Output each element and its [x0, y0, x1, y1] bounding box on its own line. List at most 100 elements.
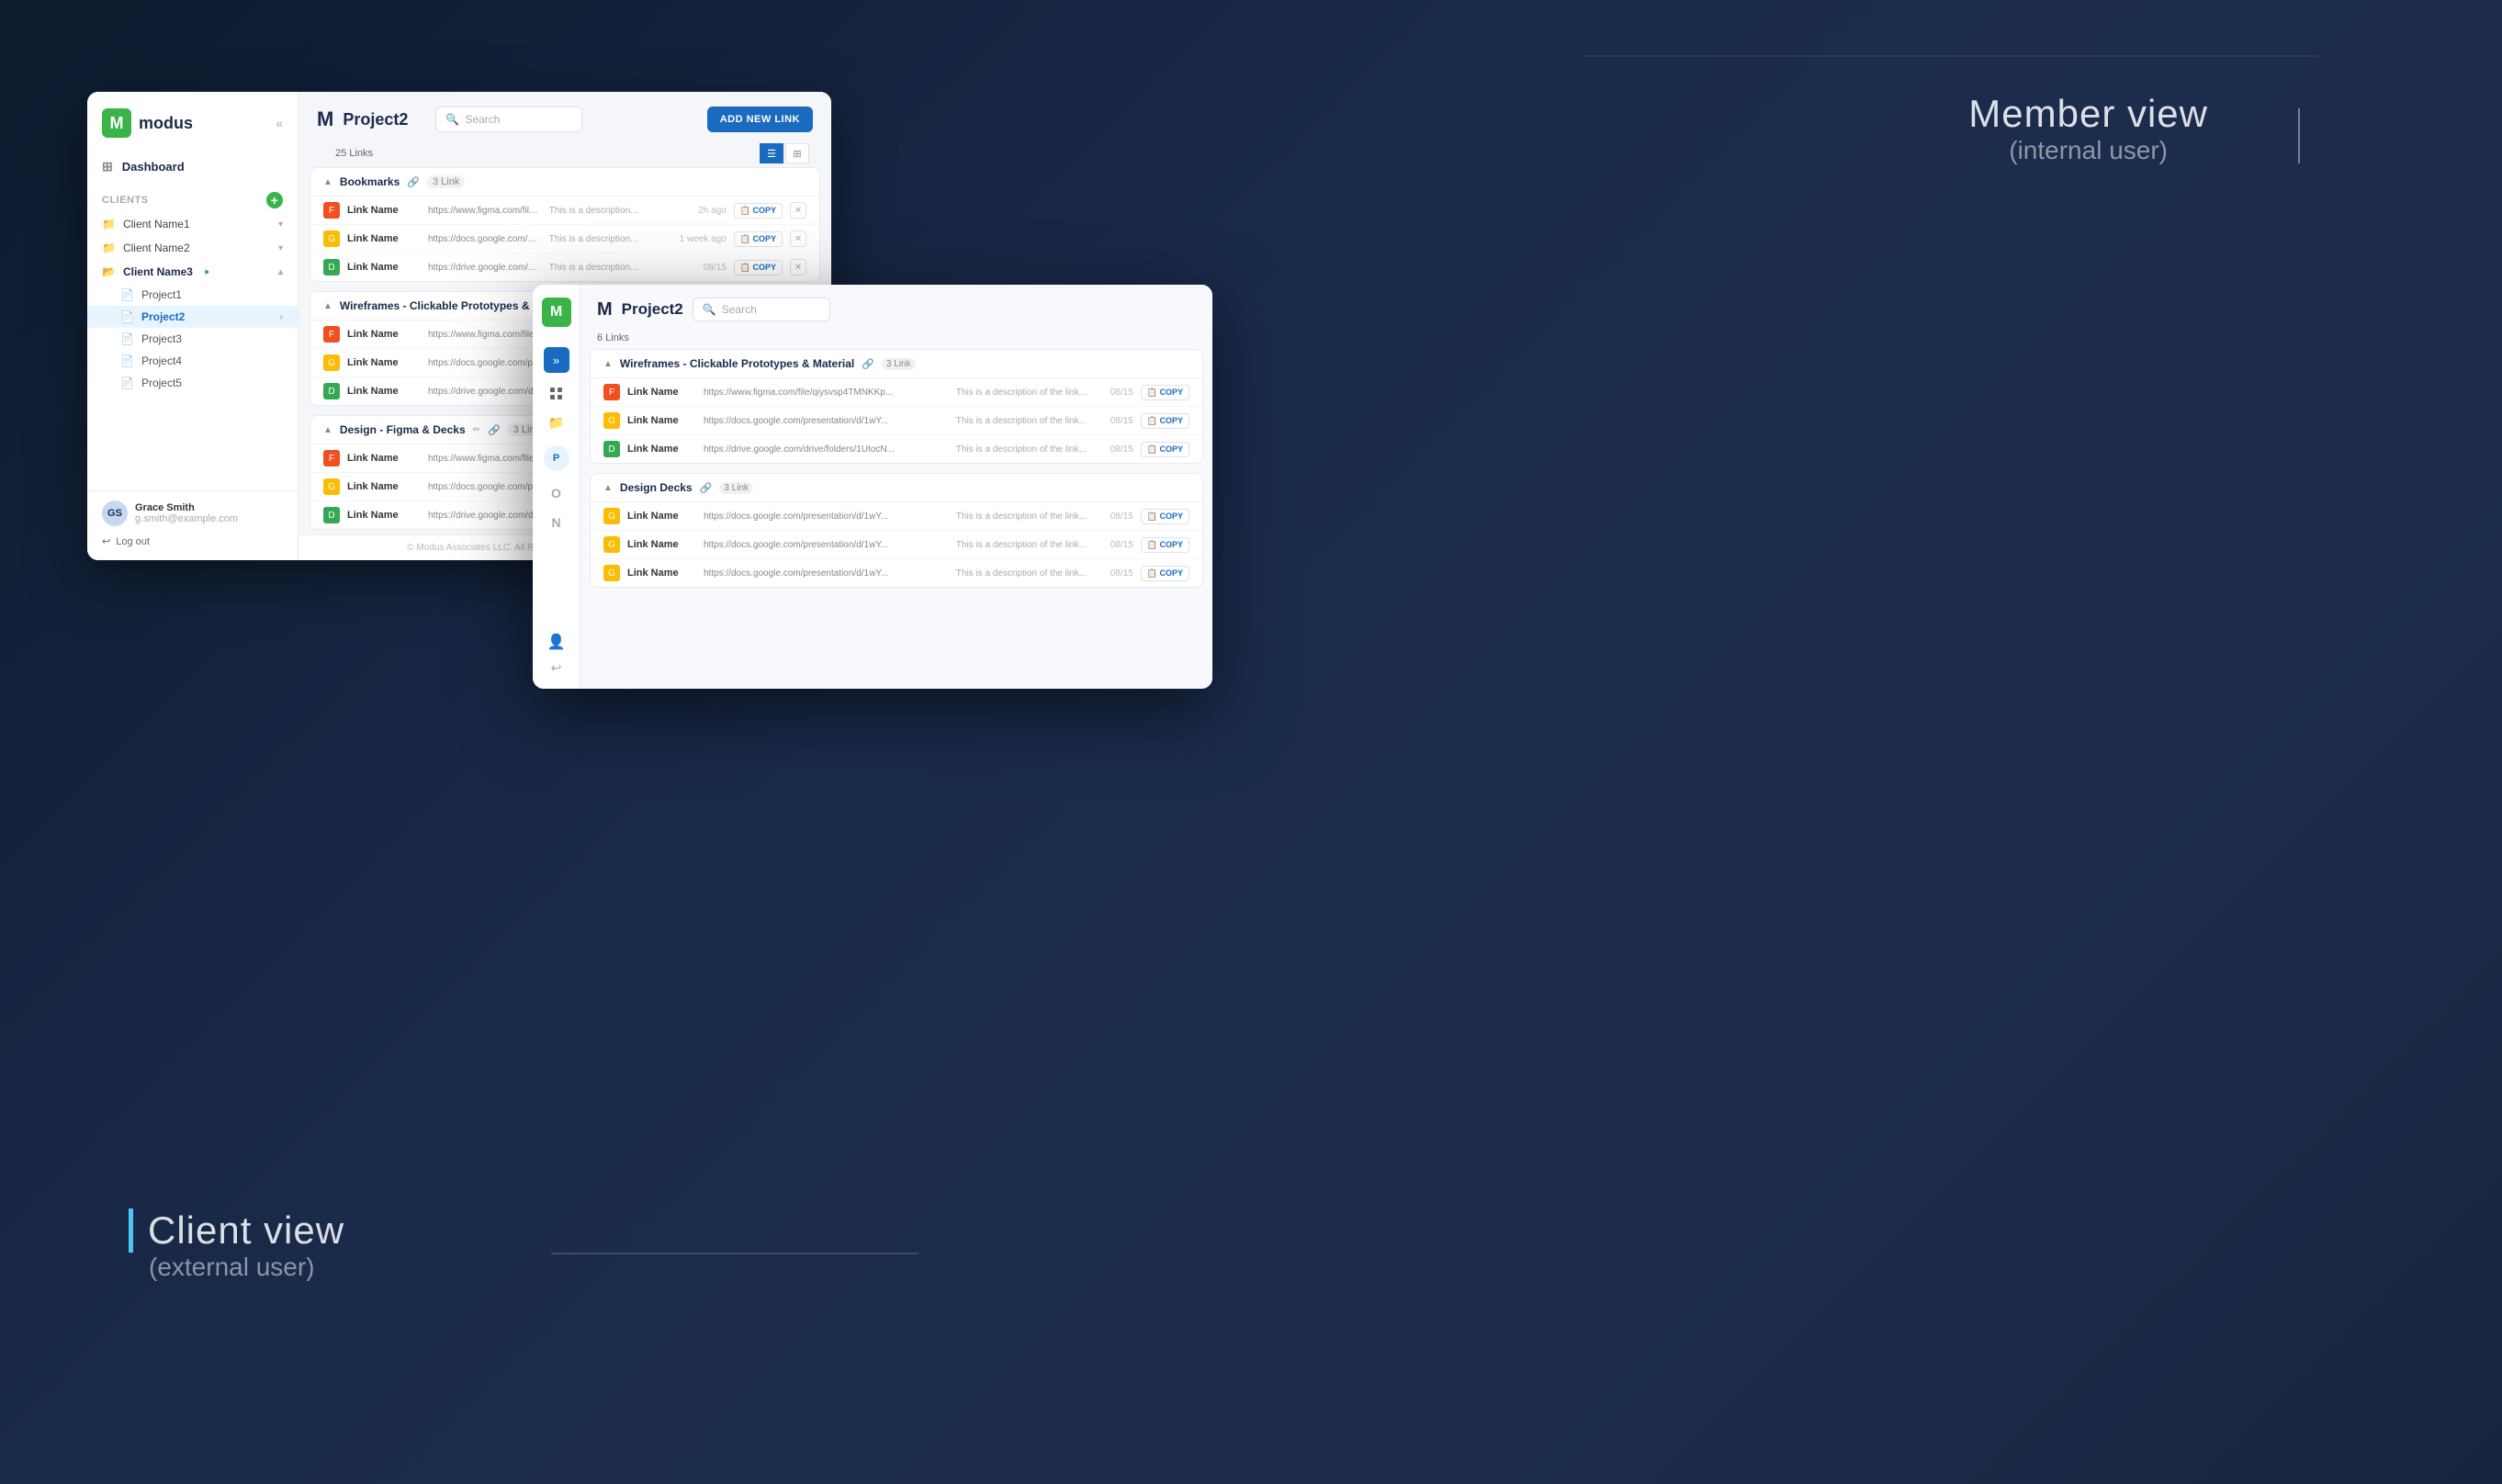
section-chevron-design[interactable]: ▲ [323, 425, 332, 435]
client-link-name: Link Name [627, 539, 696, 550]
client-copy-button[interactable]: 📋 COPY [1141, 566, 1189, 581]
client-user-icon: 👤 [547, 633, 566, 651]
client-copy-button[interactable]: 📋 COPY [1141, 537, 1189, 553]
link-name: Link Name [347, 453, 421, 464]
link-url: https://www.figma.com/file/qiysvsp4TMNKK… [428, 206, 542, 216]
sidebar-client-3-label: Client Name3 [123, 265, 193, 278]
member-section-bookmarks: ▲ Bookmarks 🔗 3 Link F Link Name https:/… [310, 167, 820, 282]
sidebar-project-4[interactable]: 📄 Project4 [87, 350, 298, 372]
client-link-url: https://docs.google.com/presentation/d/1… [704, 540, 949, 550]
sidebar-project-1-label: Project1 [141, 288, 182, 301]
client-sidebar: M » 📁 P O N 👤 ↩ [533, 285, 580, 689]
member-design-title: Design - Figma & Decks [340, 423, 466, 436]
copy-button[interactable]: 📋 COPY [734, 231, 783, 247]
client-logout-icon[interactable]: ↩ [551, 660, 562, 676]
client-wireframes-title: Wireframes - Clickable Prototypes & Mate… [620, 357, 854, 370]
client-link-desc: This is a description of the link... [956, 568, 1094, 579]
main-logo-m: M [317, 107, 333, 131]
gdoc-icon: G [323, 230, 340, 247]
client-search-icon: 🔍 [703, 303, 716, 316]
member-link-row: G Link Name https://docs.google.com/pres… [310, 225, 819, 253]
sidebar-nav-dashboard-label: Dashboard [122, 160, 185, 174]
client-view-line [551, 1253, 919, 1254]
client-link-desc: This is a description of the link... [956, 416, 1094, 426]
client-view-subtitle: (external user) [129, 1253, 344, 1282]
sidebar-logout-button[interactable]: ↩ Log out [102, 532, 283, 551]
sidebar-project-5[interactable]: 📄 Project5 [87, 372, 298, 394]
client-sidebar-o-badge: O [551, 486, 561, 500]
chevron-down-icon-2: ▾ [278, 243, 283, 253]
client-section-design: ▲ Design Decks 🔗 3 Link G Link Name http… [590, 473, 1203, 588]
sidebar-project-1[interactable]: 📄 Project1 [87, 284, 298, 306]
client-sidebar-expand-button[interactable]: » [544, 347, 569, 373]
sidebar-project-3[interactable]: 📄 Project3 [87, 328, 298, 350]
client-sidebar-folder-icon[interactable]: 📁 [548, 415, 564, 431]
client-link-chain-icon-2: 🔗 [700, 482, 713, 494]
folder-icon-3: 📂 [102, 265, 116, 278]
client-copy-button[interactable]: 📋 COPY [1141, 413, 1189, 429]
client-chevron-design[interactable]: ▲ [603, 483, 613, 493]
sidebar-footer: GS Grace Smith g.smith@example.com ↩ Log… [87, 490, 298, 560]
client-links-area: ▲ Wireframes - Clickable Prototypes & Ma… [580, 349, 1212, 689]
figma-icon: F [603, 384, 620, 400]
figma-icon: F [323, 326, 340, 343]
client-copy-button[interactable]: 📋 COPY [1141, 442, 1189, 457]
client-section-wireframes: ▲ Wireframes - Clickable Prototypes & Ma… [590, 349, 1203, 464]
client-link-date: 08/15 [1101, 540, 1133, 550]
sidebar-client-2[interactable]: 📁 Client Name2 ▾ [87, 236, 298, 260]
member-link-row: D Link Name https://drive.google.com/dri… [310, 253, 819, 281]
drive-icon: D [323, 259, 340, 275]
link-time: 1 week ago [676, 234, 727, 244]
list-view-button[interactable]: ☰ [760, 143, 783, 163]
link-chain-icon: 🔗 [407, 176, 420, 188]
client-link-name: Link Name [627, 568, 696, 579]
client-link-name: Link Name [627, 387, 696, 398]
client-link-row: G Link Name https://docs.google.com/pres… [591, 502, 1202, 531]
client-sidebar-grid-icon[interactable] [550, 388, 563, 400]
sidebar-clients-section: Clients + [87, 183, 298, 212]
sidebar-clients-label: Clients [102, 195, 149, 206]
client-sidebar-n-badge: N [551, 515, 560, 530]
copy-button[interactable]: 📋 COPY [734, 203, 783, 219]
sidebar-item-dashboard[interactable]: ⊞ Dashboard [87, 151, 298, 183]
client-copy-button[interactable]: 📋 COPY [1141, 385, 1189, 400]
sidebar-add-client-button[interactable]: + [266, 192, 283, 208]
client-design-title: Design Decks [620, 481, 693, 494]
edit-icon-2[interactable]: ✏ [473, 425, 480, 435]
sidebar-client-1[interactable]: 📁 Client Name1 ▾ [87, 212, 298, 236]
section-chevron-wireframes[interactable]: ▲ [323, 301, 332, 311]
link-name: Link Name [347, 386, 421, 397]
client-links-count: 6 Links [580, 331, 1212, 349]
client-link-date: 08/15 [1101, 416, 1133, 426]
client-search-placeholder: Search [722, 303, 757, 316]
delete-button[interactable]: ✕ [790, 230, 806, 247]
link-name: Link Name [347, 233, 421, 244]
gdoc-icon: G [603, 565, 620, 581]
client-logo-icon: M [542, 298, 571, 327]
sidebar-project-2[interactable]: 📄 Project2 › [87, 306, 298, 328]
link-name: Link Name [347, 357, 421, 368]
member-bookmarks-count: 3 Link [427, 175, 465, 188]
member-search-bar[interactable]: 🔍 Search [435, 107, 582, 132]
member-add-new-button[interactable]: ADD NEW LINK [707, 107, 813, 132]
member-sidebar: M modus « ⊞ Dashboard Clients + 📁 Client… [87, 92, 299, 560]
gdoc-icon: G [603, 536, 620, 553]
project-icon-4: 📄 [120, 354, 134, 367]
copy-button[interactable]: 📋 COPY [734, 260, 783, 275]
delete-button[interactable]: ✕ [790, 202, 806, 219]
delete-button[interactable]: ✕ [790, 259, 806, 275]
link-time: 2h ago [676, 206, 727, 216]
sidebar-logo-area: M modus « [87, 92, 298, 151]
figma-icon: F [323, 202, 340, 219]
client-link-date: 08/15 [1101, 444, 1133, 455]
project-icon-1: 📄 [120, 288, 134, 301]
client-search-bar[interactable]: 🔍 Search [693, 298, 830, 321]
link-name: Link Name [347, 510, 421, 521]
client-copy-button[interactable]: 📋 COPY [1141, 509, 1189, 524]
sidebar-project-3-label: Project3 [141, 332, 182, 345]
sidebar-collapse-button[interactable]: « [276, 116, 283, 130]
section-chevron-bookmarks[interactable]: ▲ [323, 177, 332, 187]
grid-view-button[interactable]: ⊞ [785, 143, 809, 163]
client-chevron-wireframes[interactable]: ▲ [603, 359, 613, 369]
sidebar-client-3[interactable]: 📂 Client Name3 ● ▴ [87, 260, 298, 284]
